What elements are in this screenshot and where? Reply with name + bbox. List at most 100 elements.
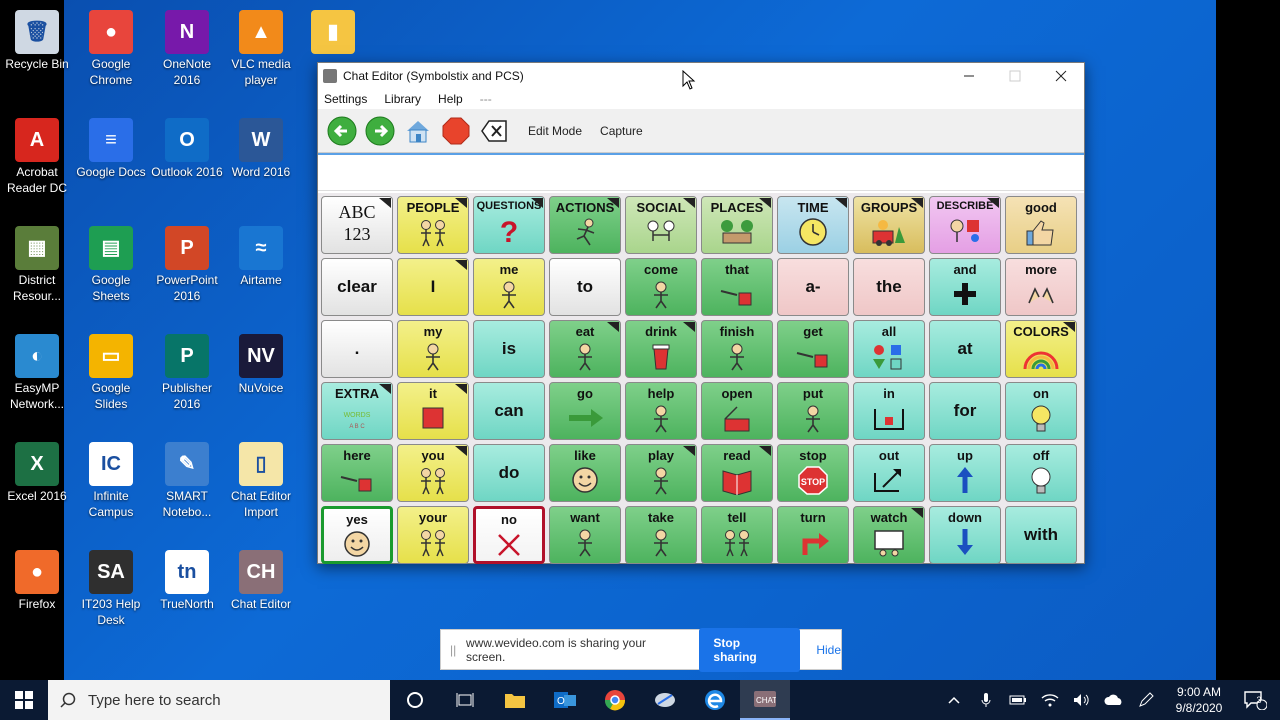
- vocab-button-go[interactable]: go: [549, 382, 621, 440]
- capture-button[interactable]: Capture: [600, 124, 643, 138]
- vocab-button-want[interactable]: want: [549, 506, 621, 564]
- vocab-button-it[interactable]: it: [397, 382, 469, 440]
- vocab-button-actions[interactable]: ACTIONS: [549, 196, 621, 254]
- vocab-button-put[interactable]: put: [777, 382, 849, 440]
- vocab-button-to[interactable]: to: [549, 258, 621, 316]
- vocab-button-get[interactable]: get: [777, 320, 849, 378]
- vocab-button-do[interactable]: do: [473, 444, 545, 502]
- vocab-button-up[interactable]: up: [929, 444, 1001, 502]
- vocab-button-here[interactable]: here: [321, 444, 393, 502]
- menu-help[interactable]: Help: [438, 92, 463, 106]
- vocab-button-more[interactable]: more: [1005, 258, 1077, 316]
- desktop-icon-google-sheets[interactable]: ▤ Google Sheets: [74, 226, 148, 304]
- onedrive-cloud-icon[interactable]: [1098, 694, 1130, 706]
- vocab-button-come[interactable]: come: [625, 258, 697, 316]
- taskbar-edge[interactable]: [690, 680, 740, 720]
- vocab-button-clear[interactable]: clear: [321, 258, 393, 316]
- desktop-icon-google-chrome[interactable]: ● Google Chrome: [74, 10, 148, 88]
- vocab-button-groups[interactable]: GROUPS: [853, 196, 925, 254]
- vocab-button-take[interactable]: take: [625, 506, 697, 564]
- vocab-button-watch[interactable]: watch: [853, 506, 925, 564]
- home-button[interactable]: [402, 115, 434, 147]
- desktop-icon-chat-editor[interactable]: CH Chat Editor: [224, 550, 298, 612]
- vocab-button-at[interactable]: at: [929, 320, 1001, 378]
- desktop-icon-it203-help-desk[interactable]: SA IT203 Help Desk: [74, 550, 148, 628]
- forward-button[interactable]: [364, 115, 396, 147]
- menu-settings[interactable]: Settings: [324, 92, 367, 106]
- vocab-button-tell[interactable]: tell: [701, 506, 773, 564]
- vocab-button-people[interactable]: PEOPLE: [397, 196, 469, 254]
- desktop-icon-word-2016[interactable]: W Word 2016: [224, 118, 298, 180]
- menu-library[interactable]: Library: [384, 92, 421, 106]
- task-view-button[interactable]: [440, 680, 490, 720]
- drag-handle-icon[interactable]: ||: [450, 643, 462, 657]
- vocab-button-stop[interactable]: stop STOP: [777, 444, 849, 502]
- vocab-button-extra[interactable]: EXTRA WORDS A B C: [321, 382, 393, 440]
- taskbar-smart-notebook[interactable]: [640, 680, 690, 720]
- maximize-button[interactable]: [992, 63, 1038, 89]
- microphone-icon[interactable]: [970, 692, 1002, 708]
- desktop-icon-folder[interactable]: ▮: [296, 10, 370, 56]
- desktop-icon-excel-2016[interactable]: X Excel 2016: [0, 442, 74, 504]
- minimize-button[interactable]: [946, 63, 992, 89]
- desktop-icon-vlc-media-player[interactable]: ▲ VLC media player: [224, 10, 298, 88]
- desktop-icon-acrobat-reader-dc[interactable]: A Acrobat Reader DC: [0, 118, 74, 196]
- taskbar-chat-editor[interactable]: CHAT: [740, 680, 790, 720]
- vocab-button-i[interactable]: I: [397, 258, 469, 316]
- edit-mode-button[interactable]: Edit Mode: [528, 124, 582, 138]
- desktop-icon-nuvoice[interactable]: NV NuVoice: [224, 334, 298, 396]
- pen-icon[interactable]: [1130, 692, 1162, 708]
- vocab-button-for[interactable]: for: [929, 382, 1001, 440]
- vocab-button-finish[interactable]: finish: [701, 320, 773, 378]
- vocab-button-the[interactable]: the: [853, 258, 925, 316]
- desktop-icon-easymp-network[interactable]: ◐ EasyMP Network...: [0, 334, 74, 412]
- vocab-button-read[interactable]: read: [701, 444, 773, 502]
- desktop-icon-truenorth[interactable]: tn TrueNorth: [150, 550, 224, 612]
- desktop-icon-chat-editor-import[interactable]: ▯ Chat Editor Import: [224, 442, 298, 520]
- action-center-button[interactable]: 3: [1236, 690, 1280, 710]
- vocab-button-places[interactable]: PLACES: [701, 196, 773, 254]
- vocab-button-and[interactable]: and: [929, 258, 1001, 316]
- cortana-button[interactable]: [390, 680, 440, 720]
- taskbar-file-explorer[interactable]: [490, 680, 540, 720]
- battery-icon[interactable]: [1002, 695, 1034, 705]
- desktop-icon-smart-notebo[interactable]: ✎ SMART Notebo...: [150, 442, 224, 520]
- vocab-button-drink[interactable]: drink: [625, 320, 697, 378]
- vocab-button-describe[interactable]: DESCRIBE: [929, 196, 1001, 254]
- desktop-icon-powerpoint-2016[interactable]: P PowerPoint 2016: [150, 226, 224, 304]
- vocab-button-no[interactable]: no: [473, 506, 545, 564]
- vocab-button-good[interactable]: good: [1005, 196, 1077, 254]
- vocab-button-on[interactable]: on: [1005, 382, 1077, 440]
- vocab-button-turn[interactable]: turn: [777, 506, 849, 564]
- desktop-icon-airtame[interactable]: ≈ Airtame: [224, 226, 298, 288]
- vocab-button-your[interactable]: your: [397, 506, 469, 564]
- taskbar-chrome[interactable]: [590, 680, 640, 720]
- vocab-button-can[interactable]: can: [473, 382, 545, 440]
- vocab-button-off[interactable]: off: [1005, 444, 1077, 502]
- vocab-button-questions[interactable]: QUESTIONS?: [473, 196, 545, 254]
- wifi-icon[interactable]: [1034, 693, 1066, 707]
- volume-icon[interactable]: [1066, 693, 1098, 707]
- show-hidden-icons-chevron-icon[interactable]: [938, 696, 970, 704]
- vocab-button-help[interactable]: help: [625, 382, 697, 440]
- vocab-button-colors[interactable]: COLORS: [1005, 320, 1077, 378]
- vocab-button-down[interactable]: down: [929, 506, 1001, 564]
- vocab-button-period[interactable]: .: [321, 320, 393, 378]
- vocab-button-out[interactable]: out: [853, 444, 925, 502]
- desktop-icon-infinite-campus[interactable]: IC Infinite Campus: [74, 442, 148, 520]
- desktop-icon-onenote-2016[interactable]: N OneNote 2016: [150, 10, 224, 88]
- desktop-icon-district-resour[interactable]: ▦ District Resour...: [0, 226, 74, 304]
- clear-message-button[interactable]: [478, 115, 510, 147]
- vocab-button-all[interactable]: all: [853, 320, 925, 378]
- vocab-button-play[interactable]: play: [625, 444, 697, 502]
- title-bar[interactable]: Chat Editor (Symbolstix and PCS): [318, 63, 1084, 89]
- vocab-button-my[interactable]: my: [397, 320, 469, 378]
- vocab-button-a[interactable]: a-: [777, 258, 849, 316]
- taskbar-search[interactable]: Type here to search: [48, 680, 390, 720]
- desktop-icon-recycle-bin[interactable]: 🗑 Recycle Bin: [0, 10, 74, 72]
- vocab-button-that[interactable]: that: [701, 258, 773, 316]
- vocab-button-time[interactable]: TIME: [777, 196, 849, 254]
- vocab-button-abc-123[interactable]: ABC 123: [321, 196, 393, 254]
- taskbar-outlook[interactable]: O: [540, 680, 590, 720]
- vocab-button-eat[interactable]: eat: [549, 320, 621, 378]
